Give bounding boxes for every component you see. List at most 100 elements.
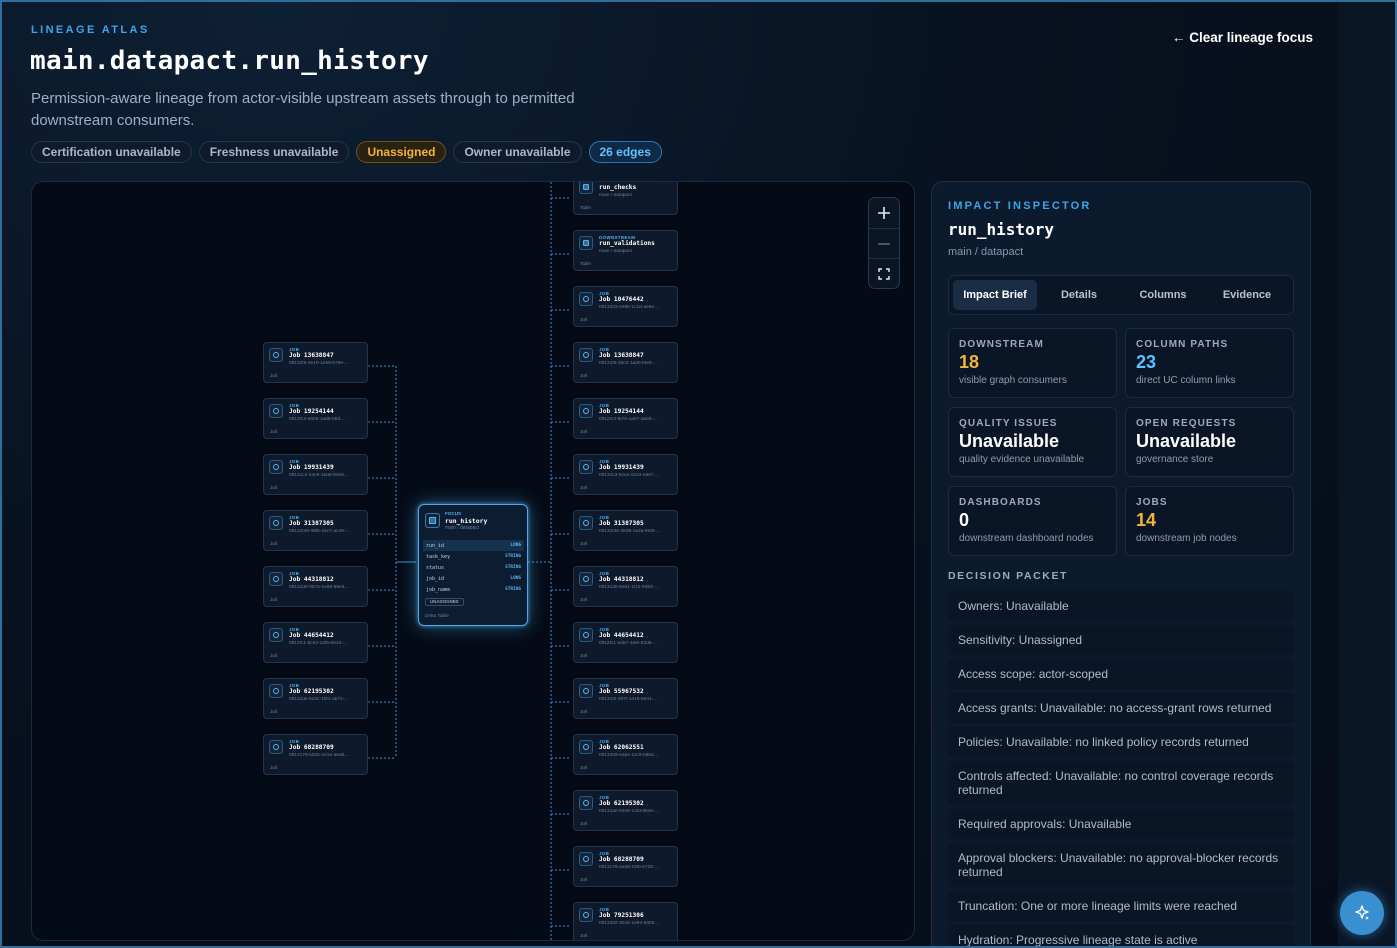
focus-column-row[interactable]: task_key STRING	[423, 551, 524, 562]
lineage-graph[interactable]: JOB Job 13638847 0ff131f5-0e10-1e59-b79e-……	[31, 181, 915, 941]
stat-note: direct UC column links	[1136, 375, 1236, 386]
node-sub: 0ff13203-e69b-1c1d-ae8e…	[599, 305, 659, 310]
clear-lineage-focus-link[interactable]: ← Clear lineage focus	[1172, 30, 1313, 45]
node-sub: 0ff131fb-287f-1419-8641-…	[599, 697, 659, 702]
focus-column-row[interactable]: job_name STRING	[423, 584, 524, 595]
node-foot: Job	[270, 429, 278, 434]
lineage-job-node[interactable]: JOB Job 55967532 0ff131fb-287f-1419-8641-……	[573, 678, 678, 719]
stat-value: 14	[1136, 510, 1157, 530]
zoom-controls	[868, 197, 900, 289]
node-foot: Job	[580, 317, 588, 322]
column-name: status	[426, 564, 445, 571]
lineage-job-node[interactable]: JOB Job 44318812 0ff131d0-057a-1e68-86e6… J…	[263, 566, 368, 607]
node-foot: Job	[580, 765, 588, 770]
fit-view-icon	[878, 267, 890, 280]
decision-packet-item: Hydration: Progressive lineage state is …	[948, 925, 1294, 946]
node-name: Job 44318812	[289, 576, 334, 583]
node-sub: 0ff131d0-057a-1e68-86e6…	[289, 585, 350, 590]
minus-icon	[878, 242, 890, 245]
node-foot: Table	[580, 205, 591, 210]
lineage-job-node[interactable]: JOB Job 13638847 0ff131f5-25c2-1ad0-bfe0-……	[573, 342, 678, 383]
job-icon	[579, 908, 593, 922]
certification-chip: Certification unavailable	[31, 141, 192, 163]
lineage-job-node[interactable]: JOB Job 79251306 0ff13202-2b42-1e94-8308… J…	[573, 902, 678, 940]
lineage-job-node[interactable]: JOB Job 19254144 0ff13fc3-e825-1ad6-b53… Jo…	[263, 398, 368, 439]
lineage-job-node[interactable]: JOB Job 44318812 0ff131d0-5eb1-1f11-9353-……	[573, 566, 678, 607]
node-sub: 0ff131d0-5eb1-1f11-9353-…	[599, 585, 660, 590]
lineage-job-node[interactable]: JOB Job 13638847 0ff131f5-0e10-1e59-b79e-……	[263, 342, 368, 383]
status-chips: Certification unavailable Freshness unav…	[31, 141, 662, 163]
node-sub: 0ff12fc1-8c63-1df5-b513-…	[289, 641, 348, 646]
lineage-job-node[interactable]: JOB Job 44654412 0ff12fc1-8c63-1df5-b513-……	[263, 622, 368, 663]
focus-node[interactable]: FOCUS run_history main / datapact run_id…	[418, 504, 528, 626]
lineage-job-node[interactable]: JOB Job 62195302 0ff131de-6349-14fd-864e-……	[573, 790, 678, 831]
focus-column-row[interactable]: run_id LONG	[423, 540, 524, 551]
focus-column-row[interactable]: job_id LONG	[423, 573, 524, 584]
lineage-job-node[interactable]: JOB Job 62062551 0ff13209-ea54-11c9-b5b5… J…	[573, 734, 678, 775]
column-name: job_name	[426, 586, 451, 593]
node-name: Job 13638847	[599, 352, 644, 359]
lineage-job-node[interactable]: JOB Job 31387305 0ff131f48-3838-1e2a-9fd0-…	[573, 510, 678, 551]
node-sub: 0ff12fc1-a457-1efe-82d5-…	[599, 641, 658, 646]
lineage-job-node[interactable]: JOB Job 10476442 0ff13203-e69b-1c1d-ae8e… J…	[573, 286, 678, 327]
tab-details[interactable]: Details	[1037, 280, 1121, 310]
sparkle-icon	[1355, 905, 1369, 920]
stat-note: governance store	[1136, 454, 1214, 465]
job-icon	[579, 572, 593, 586]
node-name: Job 19931439	[289, 464, 334, 471]
assistant-button[interactable]	[1340, 891, 1384, 935]
job-icon	[269, 516, 283, 530]
node-sub: 0ff131f48-3838-1e2a-9fd0-…	[599, 529, 661, 534]
lineage-job-node[interactable]: JOB Job 44654412 0ff12fc1-a457-1efe-82d5-……	[573, 622, 678, 663]
stat-value: Unavailable	[1136, 431, 1237, 451]
node-name: Job 19931439	[599, 464, 644, 471]
job-icon	[269, 628, 283, 642]
focus-column-row[interactable]: status STRING	[423, 562, 524, 573]
tab-evidence[interactable]: Evidence	[1205, 280, 1289, 310]
lineage-job-node[interactable]: JOB Job 19931439 0ff131c2-44c9-15dd-84e8… J…	[263, 454, 368, 495]
decision-packet-item: Controls affected: Unavailable: no contr…	[948, 761, 1294, 805]
table-icon	[579, 236, 593, 250]
node-name: Job 31387305	[289, 520, 334, 527]
node-name: Job 13638847	[289, 352, 334, 359]
stat-label: DASHBOARDS	[959, 497, 1042, 508]
stat-label: DOWNSTREAM	[959, 339, 1044, 350]
stat-value: 18	[959, 352, 980, 372]
lineage-job-node[interactable]: JOB Job 19931439 0ff131c3-5cca-1534-a9e7… J…	[573, 454, 678, 495]
zoom-out-button[interactable]	[869, 228, 899, 258]
node-name: run_checks	[599, 184, 637, 191]
job-icon	[579, 684, 593, 698]
node-sub: 0ff13179-b52b-1e1e-aed5…	[289, 753, 350, 758]
node-name: run_validations	[599, 240, 655, 247]
node-name: Job 55967532	[599, 688, 644, 695]
job-icon	[579, 516, 593, 530]
stat-note: quality evidence unavailable	[959, 454, 1085, 465]
lineage-job-node[interactable]: JOB Job 31387305 0ff131f48-f685-15c7-ac49-…	[263, 510, 368, 551]
focus-sensitivity-badge: UNASSIGNED	[425, 598, 464, 606]
lineage-job-node[interactable]: JOB Job 68288709 0ff13179-aa38-19fb-b732-……	[573, 846, 678, 887]
column-name: task_key	[426, 553, 451, 560]
job-icon	[579, 796, 593, 810]
zoom-in-button[interactable]	[869, 198, 899, 228]
stat-label: QUALITY ISSUES	[959, 418, 1058, 429]
lineage-job-node[interactable]: JOB Job 68288709 0ff13179-b52b-1e1e-aed5… J…	[263, 734, 368, 775]
lineage-job-node[interactable]: JOB Job 19254144 0ff12fc3-fb79-1a07-ab69-……	[573, 398, 678, 439]
fit-view-button[interactable]	[869, 258, 899, 288]
stat-label: JOBS	[1136, 497, 1168, 508]
lineage-job-node[interactable]: JOB Job 62195302 0ff131de-524c-1f01-ab71-……	[263, 678, 368, 719]
lineage-table-node[interactable]: run_checks main / datapact Table	[573, 182, 678, 215]
column-type: STRING	[505, 587, 521, 592]
node-foot: Job	[580, 485, 588, 490]
job-icon	[579, 852, 593, 866]
app-frame: LINEAGE ATLAS main.datapact.run_history …	[0, 0, 1397, 948]
stat-value: 0	[959, 510, 970, 530]
tab-impact-brief[interactable]: Impact Brief	[953, 280, 1037, 310]
stat-open-requests: OPEN REQUESTS Unavailable governance sto…	[1125, 407, 1294, 477]
stat-quality-issues: QUALITY ISSUES Unavailable quality evide…	[948, 407, 1117, 477]
inspector-title: run_history	[948, 220, 1054, 239]
job-icon	[579, 740, 593, 754]
tab-columns[interactable]: Columns	[1121, 280, 1205, 310]
job-icon	[579, 628, 593, 642]
lineage-table-node[interactable]: DOWNSTREAM run_validations main / datapact…	[573, 230, 678, 271]
node-foot: Job	[270, 541, 278, 546]
